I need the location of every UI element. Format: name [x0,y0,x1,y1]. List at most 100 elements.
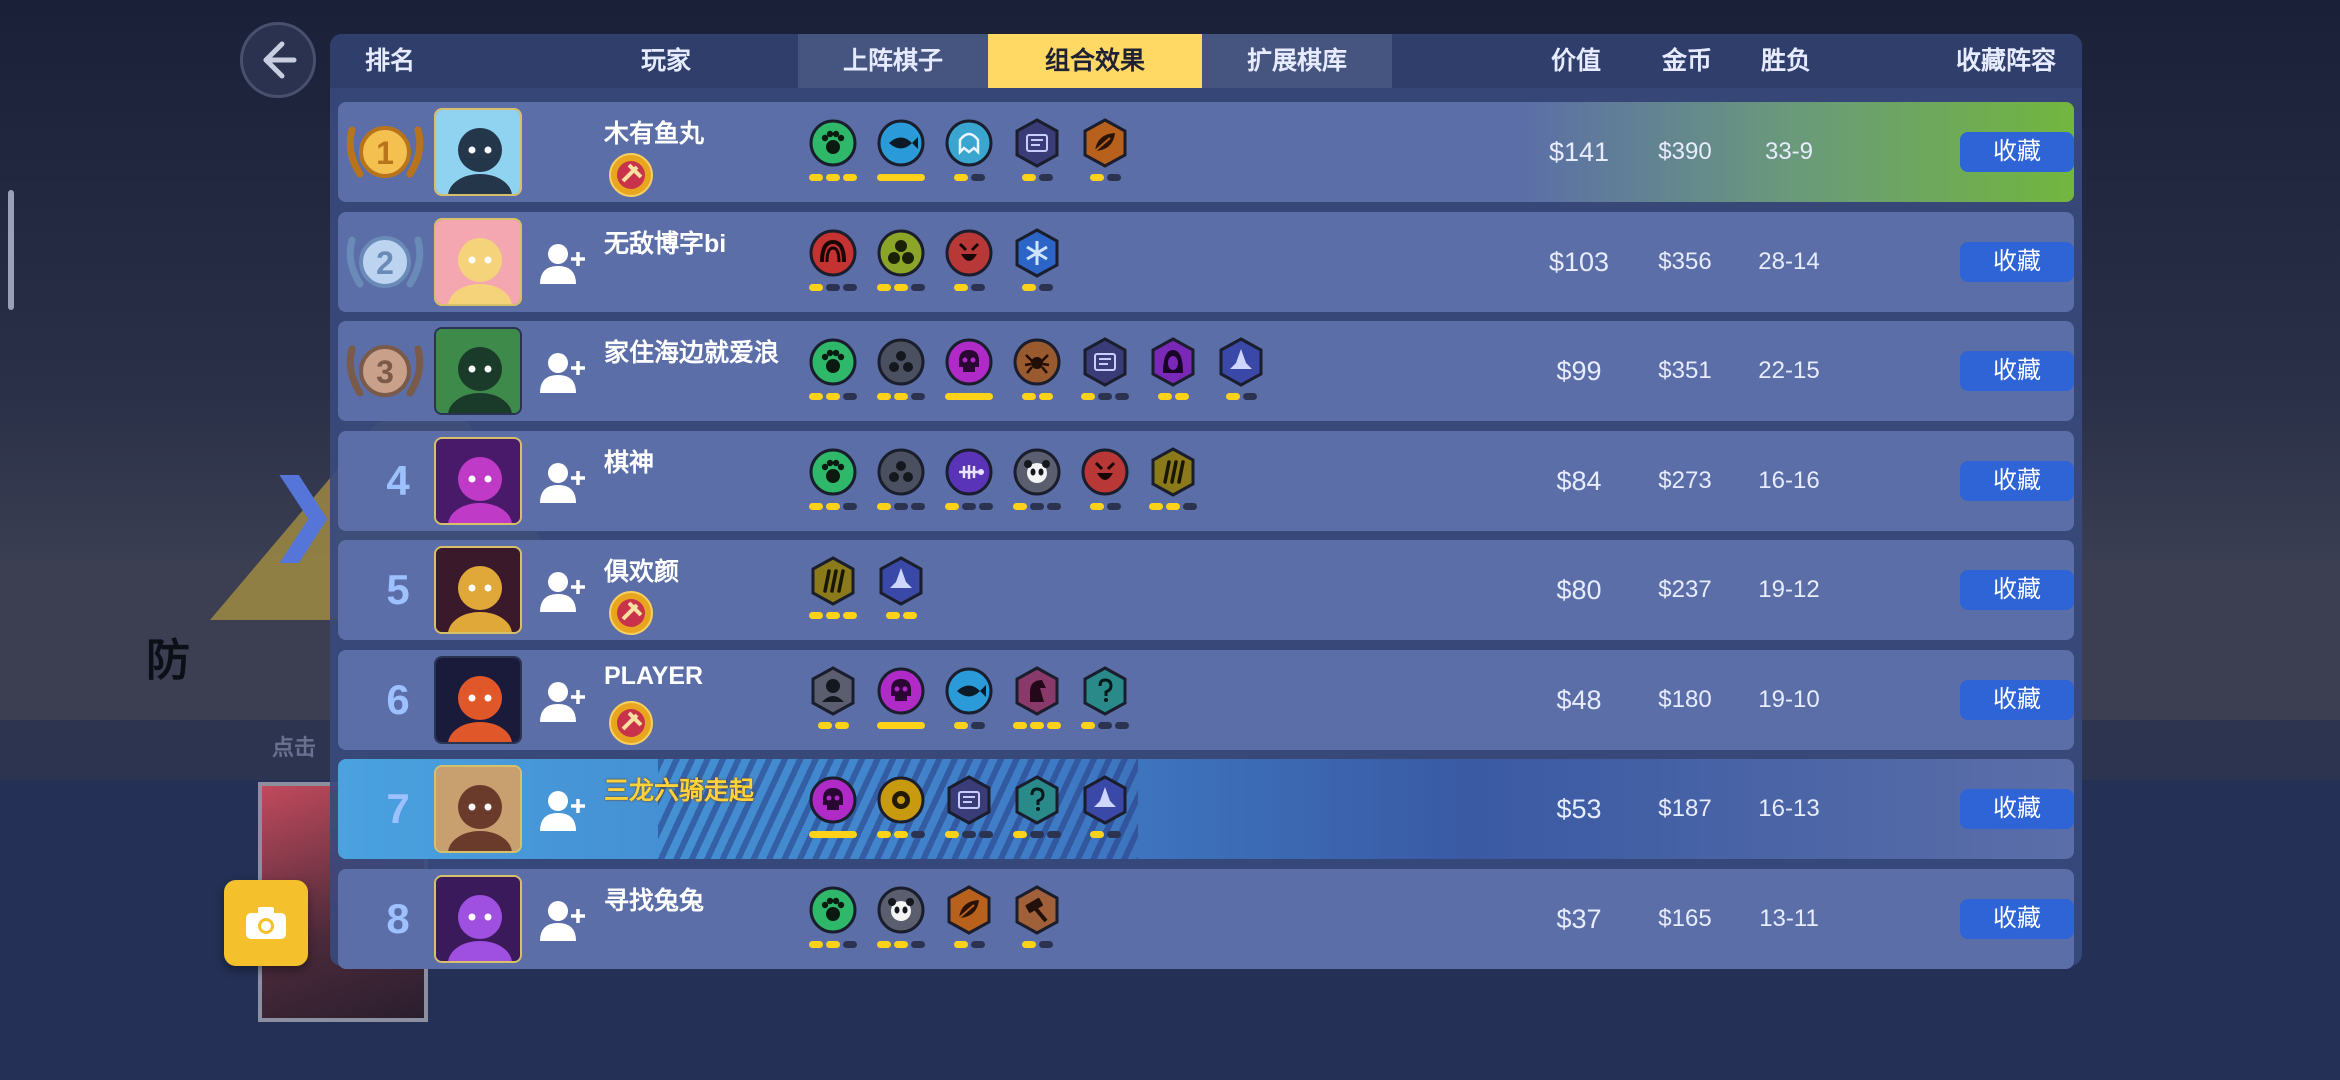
add-friend-icon[interactable] [538,678,588,724]
synergy-item[interactable] [808,556,858,632]
add-friend-icon[interactable] [538,349,588,395]
player-name[interactable]: 无敌博字bi [604,224,726,260]
screenshot-button[interactable] [224,880,308,966]
fishbone-icon[interactable] [944,447,994,497]
ghost-icon[interactable] [944,118,994,168]
synergy-item[interactable] [1148,337,1198,413]
collect-button[interactable]: 收藏 [1960,570,2074,610]
player-name[interactable]: 木有鱼丸 [604,114,704,150]
tablet-icon[interactable] [1012,118,1062,168]
synergy-item[interactable] [1012,118,1062,194]
add-friend-icon[interactable] [538,568,588,614]
collect-button[interactable]: 收藏 [1960,351,2074,391]
paw-icon[interactable] [808,118,858,168]
avatar[interactable] [434,546,522,634]
avatar[interactable] [434,217,522,306]
add-friend-icon[interactable] [538,459,588,505]
synergy-item[interactable] [1148,446,1198,523]
mystery-icon[interactable] [1080,665,1130,716]
synergy-item[interactable] [876,447,926,523]
tab-synergy-effects[interactable]: 组合效果 [988,34,1202,88]
cell-icon[interactable] [876,337,926,387]
synergy-item[interactable] [808,447,858,523]
synergy-item[interactable] [808,665,858,742]
synergy-item[interactable] [944,337,994,413]
cell-icon[interactable] [876,447,926,497]
synergy-item[interactable] [944,447,994,523]
witch-hat-icon[interactable] [1080,775,1130,825]
hood-icon[interactable] [1148,337,1198,387]
synergy-item[interactable] [1012,884,1062,961]
witch-hat-icon[interactable] [876,556,926,606]
synergy-item[interactable] [944,118,994,194]
collect-button[interactable]: 收藏 [1960,679,2074,720]
tab-deployed-pieces[interactable]: 上阵棋子 [798,34,988,88]
player-name[interactable]: 寻找兔兔 [604,881,704,917]
panda-icon[interactable] [1012,447,1062,497]
synergy-item[interactable] [808,228,858,304]
claw-icon[interactable] [808,556,858,606]
synergy-item[interactable] [1012,227,1062,304]
synergy-item[interactable] [1012,665,1062,742]
scroll-indicator[interactable] [8,190,14,310]
synergy-item[interactable] [944,666,994,742]
demon-icon[interactable] [1080,447,1130,497]
synergy-item[interactable] [1080,447,1130,523]
collect-button[interactable]: 收藏 [1960,898,2074,939]
paw-icon[interactable] [808,337,858,387]
synergy-item[interactable] [944,228,994,304]
paw-icon[interactable] [808,447,858,497]
crystal-icon[interactable] [876,228,926,278]
synergy-item[interactable] [1216,337,1266,413]
player-name[interactable]: PLAYER [604,662,703,691]
skull-icon[interactable] [808,775,858,825]
mystery-icon[interactable] [1012,775,1062,825]
back-button[interactable] [240,22,316,98]
synergy-item[interactable] [1080,337,1130,413]
horse-icon[interactable] [1012,665,1062,716]
avatar[interactable] [434,874,522,963]
skull-icon[interactable] [944,337,994,387]
synergy-item[interactable] [1012,775,1062,851]
leaf-icon[interactable] [1080,118,1130,168]
arch-icon[interactable] [808,228,858,278]
synergy-item[interactable] [1080,665,1130,742]
synergy-item[interactable] [1012,447,1062,523]
panda-icon[interactable] [876,885,926,935]
gold-icon[interactable] [876,775,926,825]
synergy-item[interactable] [876,666,926,742]
synergy-item[interactable] [808,885,858,961]
avatar[interactable] [434,436,522,525]
fish-icon[interactable] [944,666,994,716]
expand-arrow-icon[interactable]: ❯ [266,460,340,563]
add-friend-icon[interactable] [538,240,588,286]
synergy-item[interactable] [876,556,926,632]
synergy-item[interactable] [944,775,994,851]
tablet-icon[interactable] [1080,337,1130,387]
ice-icon[interactable] [1012,227,1062,278]
collect-button[interactable]: 收藏 [1960,789,2074,829]
skull-icon[interactable] [876,666,926,716]
add-friend-icon[interactable] [538,897,588,943]
collect-button[interactable]: 收藏 [1960,241,2074,282]
claw-icon[interactable] [1148,446,1198,497]
hammer-icon[interactable] [1012,884,1062,935]
avatar[interactable] [434,108,522,196]
witch-hat-icon[interactable] [1216,337,1266,387]
synergy-item[interactable] [876,228,926,304]
fish-icon[interactable] [876,118,926,168]
synergy-item[interactable] [876,118,926,194]
synergy-item[interactable] [944,884,994,961]
collect-button[interactable]: 收藏 [1960,460,2074,501]
player-name[interactable]: 三龙六骑走起 [604,771,754,807]
synergy-item[interactable] [1080,118,1130,194]
synergy-item[interactable] [876,775,926,851]
tablet-icon[interactable] [944,775,994,825]
player-name[interactable]: 棋神 [604,443,654,479]
avatar[interactable] [434,765,522,853]
avatar[interactable] [434,655,522,744]
collect-button[interactable]: 收藏 [1960,132,2074,172]
knight-icon[interactable] [808,665,858,716]
leaf-icon[interactable] [944,884,994,935]
player-name[interactable]: 俱欢颜 [604,552,679,588]
